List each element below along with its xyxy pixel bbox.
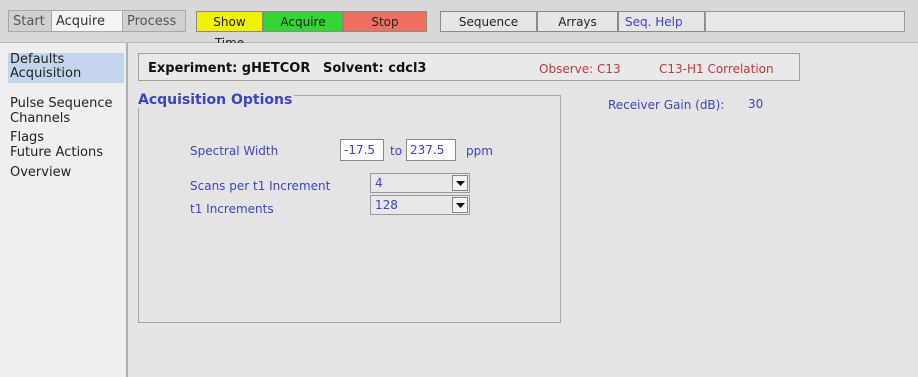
sidebar-item-pulse-sequence[interactable]: Pulse Sequence bbox=[10, 97, 113, 111]
chevron-down-icon[interactable] bbox=[452, 197, 468, 213]
scans-per-t1-label: Scans per t1 Increment bbox=[190, 179, 331, 193]
receiver-gain-value: 30 bbox=[748, 97, 764, 111]
sidebar: Defaults Acquisition Pulse Sequence Chan… bbox=[0, 43, 128, 377]
solvent-label: Solvent: cdcl3 bbox=[323, 61, 427, 76]
correlation-label: C13-H1 Correlation bbox=[659, 62, 774, 76]
sidebar-item-defaults[interactable]: Defaults Acquisition bbox=[8, 53, 124, 83]
sidebar-item-future-actions[interactable]: Future Actions bbox=[10, 146, 103, 160]
tab-process[interactable]: Process bbox=[122, 10, 186, 32]
sidebar-item-label: Acquisition bbox=[10, 66, 82, 81]
sidebar-item-overview[interactable]: Overview bbox=[10, 166, 71, 180]
top-toolbar: Start Acquire Process Show Time Acquire … bbox=[0, 0, 918, 50]
sequence-button[interactable]: Sequence bbox=[440, 11, 537, 32]
tab-start[interactable]: Start bbox=[8, 10, 52, 32]
receiver-gain-label: Receiver Gain (dB): bbox=[608, 98, 725, 112]
experiment-label: Experiment: gHETCOR bbox=[148, 61, 311, 76]
ppm-label: ppm bbox=[466, 144, 493, 158]
show-time-button[interactable]: Show Time bbox=[196, 11, 263, 50]
scans-per-t1-select[interactable]: 4 bbox=[370, 173, 470, 193]
chevron-down-icon[interactable] bbox=[452, 175, 468, 191]
sidebar-item-flags[interactable]: Flags bbox=[10, 131, 44, 145]
arrays-button[interactable]: Arrays bbox=[537, 11, 618, 32]
stop-button[interactable]: Stop bbox=[343, 11, 427, 32]
spectral-width-label: Spectral Width bbox=[190, 144, 279, 158]
toolbar-filler bbox=[705, 11, 905, 32]
experiment-header: Experiment: gHETCOR Solvent: cdcl3 Obser… bbox=[138, 53, 800, 81]
acquire-button[interactable]: Acquire bbox=[263, 11, 343, 32]
t1-increments-label: t1 Increments bbox=[190, 202, 274, 216]
t1-increments-value: 128 bbox=[375, 198, 398, 212]
seq-help-button[interactable]: Seq. Help bbox=[618, 11, 705, 32]
main-content: Experiment: gHETCOR Solvent: cdcl3 Obser… bbox=[130, 43, 918, 377]
sidebar-item-label: Defaults bbox=[10, 52, 65, 67]
spectral-width-from-input[interactable]: -17.5 bbox=[340, 139, 384, 161]
acquisition-options-title: Acquisition Options bbox=[136, 92, 295, 108]
sidebar-item-channels[interactable]: Channels bbox=[10, 112, 70, 126]
tab-acquire[interactable]: Acquire bbox=[51, 10, 123, 32]
to-label: to bbox=[390, 144, 403, 158]
t1-increments-select[interactable]: 128 bbox=[370, 195, 470, 215]
scans-per-t1-value: 4 bbox=[375, 176, 383, 190]
spectral-width-to-input[interactable]: 237.5 bbox=[406, 139, 456, 161]
observe-label: Observe: C13 bbox=[539, 62, 621, 76]
